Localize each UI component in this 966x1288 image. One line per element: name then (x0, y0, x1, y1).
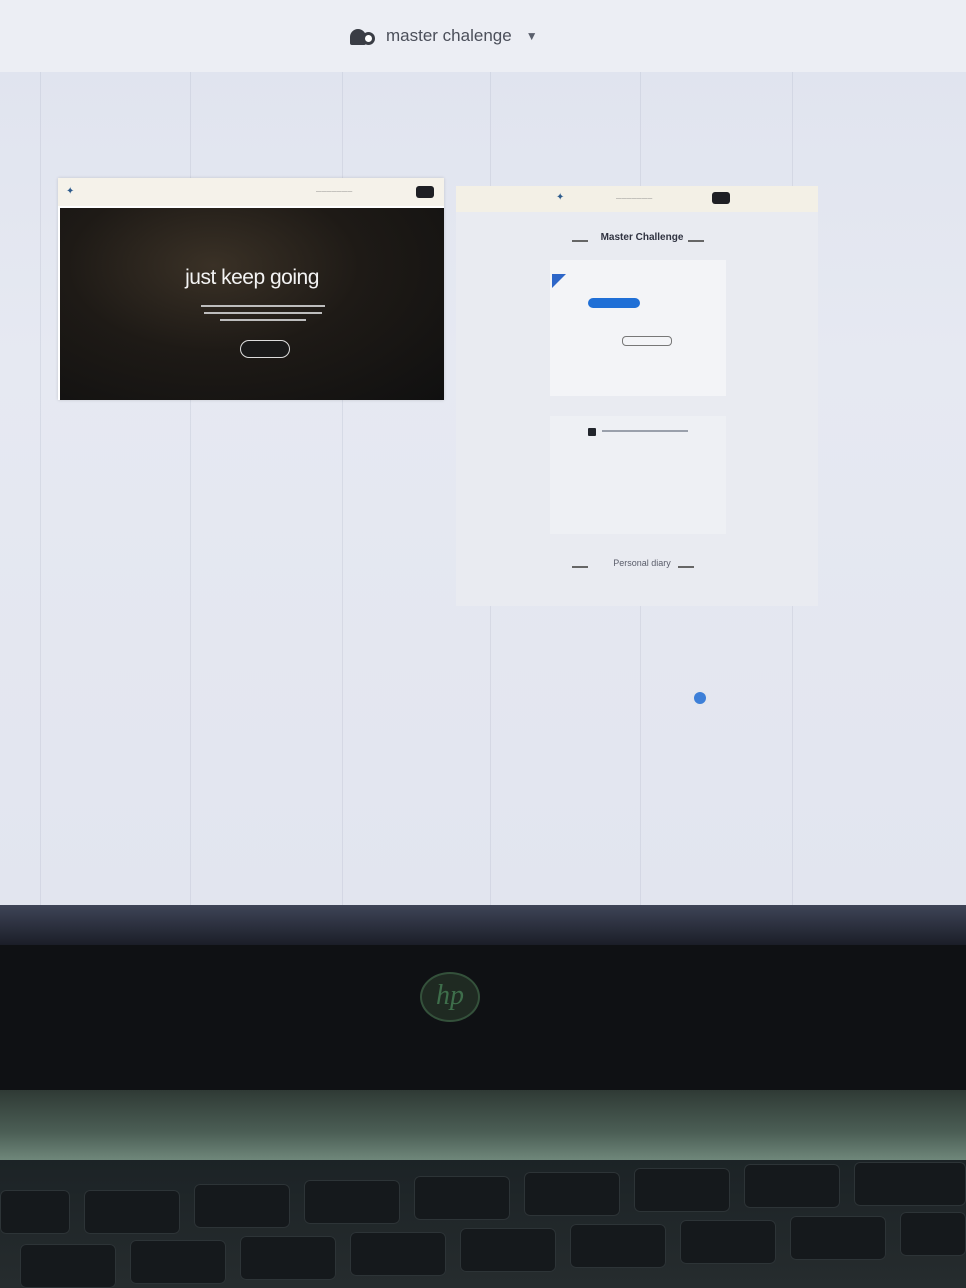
title-dash (678, 566, 694, 568)
project-switcher[interactable]: master chalenge ▼ (348, 22, 538, 50)
project-name: master chalenge (386, 26, 512, 45)
cloud-logo-icon (348, 25, 378, 47)
diary-panel (550, 416, 726, 534)
primary-button[interactable] (588, 298, 640, 308)
hp-logo-icon: hp (420, 972, 480, 1022)
keyboard-key (900, 1212, 966, 1256)
navbar-date: ——————— (616, 196, 653, 202)
hero-text-lines (198, 300, 328, 326)
keyboard-key (744, 1164, 840, 1208)
keyboard-key (0, 1190, 70, 1234)
navbar-button[interactable] (712, 192, 730, 204)
keyboard-key (84, 1190, 180, 1234)
chevron-down-icon[interactable]: ▼ (526, 29, 538, 43)
keyboard-key (130, 1240, 226, 1284)
keyboard-key (240, 1236, 336, 1280)
screen-bezel-edge (0, 905, 966, 945)
column-guide (190, 0, 191, 905)
column-guide (342, 0, 343, 905)
navbar-date: ——————— (316, 189, 353, 195)
secondary-button[interactable] (622, 336, 672, 346)
bird-logo-icon: ✦ (66, 186, 75, 197)
laptop-hinge (0, 1090, 966, 1160)
keyboard-key (194, 1184, 290, 1228)
hero-cta-button[interactable] (240, 340, 290, 358)
keyboard-key (634, 1168, 730, 1212)
keyboard-key (524, 1172, 620, 1216)
hero-title: just keep going (185, 266, 319, 289)
column-guide (40, 0, 41, 905)
keyboard-key (854, 1162, 966, 1206)
add-section-dot-icon[interactable] (694, 692, 706, 704)
entry-icon (588, 428, 596, 436)
navbar-button[interactable] (416, 186, 434, 198)
title-dash (688, 240, 704, 242)
keyboard-key (680, 1220, 776, 1264)
top-bar: master chalenge ▼ (0, 0, 966, 72)
entry-text-line (602, 430, 688, 432)
screen: master chalenge ▼ ✦ ——————— just keep go… (0, 0, 966, 905)
hero-section: just keep going (60, 208, 444, 400)
keyboard-key (304, 1180, 400, 1224)
page-navbar: ✦ ——————— (456, 186, 818, 212)
keyboard-key (350, 1232, 446, 1276)
keyboard-key (570, 1224, 666, 1268)
page-navbar: ✦ ——————— (58, 178, 444, 206)
corner-tag-icon (552, 274, 566, 288)
challenge-panel (550, 260, 726, 396)
bird-logo-icon: ✦ (556, 192, 565, 203)
keyboard-key (790, 1216, 886, 1260)
page-card-challenge[interactable]: ✦ ——————— Master Challenge Personal diar… (456, 186, 818, 704)
keyboard-key (460, 1228, 556, 1272)
page-card-home[interactable]: ✦ ——————— just keep going (58, 178, 444, 400)
keyboard-key (20, 1244, 116, 1288)
keyboard-deck (0, 1160, 966, 1288)
keyboard-key (414, 1176, 510, 1220)
laptop-bezel (0, 945, 966, 1090)
